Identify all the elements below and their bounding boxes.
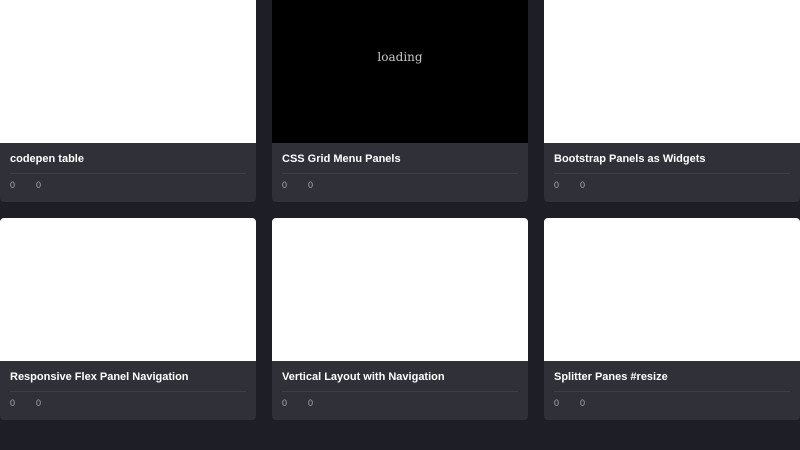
pen-stats: 0 0 (282, 174, 518, 190)
pen-preview[interactable]: loading (272, 0, 528, 143)
pen-preview[interactable] (544, 0, 800, 143)
pen-stats: 0 0 (10, 392, 246, 408)
pen-card[interactable]: Responsive Flex Panel Navigation 0 0 (0, 218, 256, 420)
pen-grid: codepen table 0 0 loading CSS Grid Menu … (0, 0, 800, 450)
like-count[interactable]: 0 (282, 180, 288, 190)
pen-stats: 0 0 (554, 174, 790, 190)
pen-stats: 0 0 (10, 174, 246, 190)
pen-title[interactable]: Splitter Panes #resize (554, 361, 790, 392)
pen-title[interactable]: CSS Grid Menu Panels (282, 143, 518, 174)
pen-title[interactable]: codepen table (10, 143, 246, 174)
comment-count[interactable]: 0 (308, 180, 314, 190)
pen-meta: codepen table 0 0 (0, 143, 256, 190)
pen-card[interactable]: loading CSS Grid Menu Panels 0 0 (272, 0, 528, 202)
pen-stats: 0 0 (282, 392, 518, 408)
pen-card[interactable]: Splitter Panes #resize 0 0 (544, 218, 800, 420)
pen-title[interactable]: Responsive Flex Panel Navigation (10, 361, 246, 392)
pen-card[interactable]: codepen table 0 0 (0, 0, 256, 202)
pen-card[interactable]: Bootstrap Panels as Widgets 0 0 (544, 0, 800, 202)
pen-title[interactable]: Bootstrap Panels as Widgets (554, 143, 790, 174)
pen-meta: Bootstrap Panels as Widgets 0 0 (544, 143, 800, 190)
like-count[interactable]: 0 (282, 398, 288, 408)
comment-count[interactable]: 0 (36, 180, 42, 190)
like-count[interactable]: 0 (10, 180, 16, 190)
comment-count[interactable]: 0 (580, 180, 586, 190)
like-count[interactable]: 0 (554, 180, 560, 190)
pen-preview[interactable] (0, 0, 256, 143)
pen-preview[interactable] (544, 218, 800, 361)
pen-preview[interactable] (272, 218, 528, 361)
pen-stats: 0 0 (554, 392, 790, 408)
pen-meta: Splitter Panes #resize 0 0 (544, 361, 800, 408)
like-count[interactable]: 0 (10, 398, 16, 408)
loading-text: loading (377, 50, 423, 64)
pen-meta: Vertical Layout with Navigation 0 0 (272, 361, 528, 408)
comment-count[interactable]: 0 (308, 398, 314, 408)
comment-count[interactable]: 0 (580, 398, 586, 408)
pen-meta: CSS Grid Menu Panels 0 0 (272, 143, 528, 190)
pen-card[interactable]: Vertical Layout with Navigation 0 0 (272, 218, 528, 420)
pen-preview[interactable] (0, 218, 256, 361)
comment-count[interactable]: 0 (36, 398, 42, 408)
like-count[interactable]: 0 (554, 398, 560, 408)
pen-meta: Responsive Flex Panel Navigation 0 0 (0, 361, 256, 408)
pen-title[interactable]: Vertical Layout with Navigation (282, 361, 518, 392)
